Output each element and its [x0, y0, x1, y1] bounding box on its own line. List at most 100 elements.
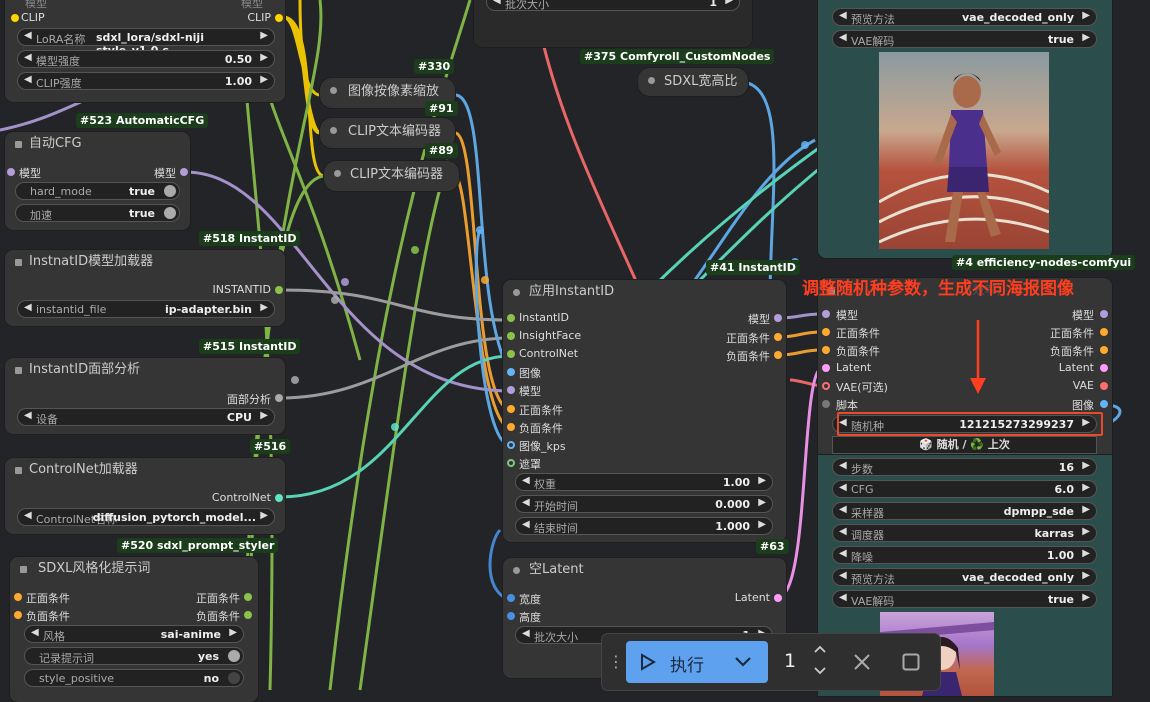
- sdxl-ratio-node[interactable]: SDXL宽高比: [638, 68, 748, 96]
- apply-neg-out-dot[interactable]: [774, 351, 782, 359]
- latent-width-in-dot[interactable]: [507, 594, 515, 602]
- instantid-out-dot[interactable]: [275, 286, 283, 294]
- arrow-right-icon[interactable]: ▶: [229, 627, 237, 638]
- styler-pos-out-dot[interactable]: [244, 593, 252, 601]
- arrow-left-icon[interactable]: ◀: [522, 628, 530, 639]
- weight-widget[interactable]: ◀ 权重 1.00 ▶: [515, 473, 773, 491]
- arrow-left-icon[interactable]: ◀: [839, 504, 847, 515]
- lora-clip-in-dot[interactable]: [11, 14, 19, 22]
- arrow-right-icon[interactable]: ▶: [1082, 548, 1090, 559]
- ks-model-out-dot[interactable]: [1100, 310, 1108, 318]
- lora-loader-node[interactable]: 模型 模型 CLIP CLIP ◀ LoRA名称 sdxl_lora/sdxl-…: [5, 0, 285, 102]
- ks-pos-out-dot[interactable]: [1100, 328, 1108, 336]
- apply-neg-in-dot[interactable]: [507, 423, 515, 431]
- apply-model-in-dot[interactable]: [507, 386, 515, 394]
- toggle-knob[interactable]: [228, 672, 240, 684]
- arrow-right-icon[interactable]: ▶: [1082, 526, 1090, 537]
- start-time-widget[interactable]: ◀ 开始时间 0.000 ▶: [515, 495, 773, 513]
- face-analysis-out-dot[interactable]: [275, 394, 283, 402]
- arrow-left-icon[interactable]: ◀: [839, 526, 847, 537]
- hard-mode-toggle[interactable]: hard_mode true: [15, 182, 180, 200]
- controlnet-out-dot[interactable]: [275, 494, 283, 502]
- arrow-right-icon[interactable]: ▶: [1082, 10, 1090, 21]
- apply-pos-out-dot[interactable]: [774, 333, 782, 341]
- apply-image-in-dot[interactable]: [507, 368, 515, 376]
- arrow-left-icon[interactable]: ◀: [839, 548, 847, 559]
- empty-latent-title[interactable]: 空Latent: [503, 558, 786, 582]
- image-upscale-title[interactable]: 图像按像素缩放: [320, 78, 455, 102]
- preview-method-widget[interactable]: ◀ 预览方法 vae_decoded_only ▶: [832, 568, 1097, 586]
- preview-method-widget-top[interactable]: ◀ 预览方法 vae_decoded_only ▶: [832, 8, 1097, 26]
- sampler-name-widget[interactable]: ◀ 采样器 dpmpp_sde ▶: [832, 502, 1097, 520]
- arrow-left-icon[interactable]: ◀: [839, 10, 847, 21]
- styler-pos-in-dot[interactable]: [14, 593, 22, 601]
- arrow-right-icon[interactable]: ▶: [260, 510, 268, 521]
- arrow-left-icon[interactable]: ◀: [24, 30, 32, 41]
- instantid-file-widget[interactable]: ◀ instantid_file ip-adapter.bin ▶: [17, 300, 275, 318]
- instantid-loader-node[interactable]: InstnatID模型加载器 INSTANTID ◀ instantid_fil…: [5, 250, 285, 326]
- apply-pos-in-dot[interactable]: [507, 405, 515, 413]
- arrow-right-icon[interactable]: ▶: [260, 302, 268, 313]
- style-widget[interactable]: ◀ 风格 sai-anime ▶: [24, 625, 244, 643]
- arrow-left-icon[interactable]: ◀: [839, 482, 847, 493]
- ks-script-in-dot[interactable]: [822, 400, 830, 408]
- face-analysis-node[interactable]: InstantID面部分析 面部分析 ◀ 设备 CPU ▶: [5, 358, 285, 434]
- arrow-right-icon[interactable]: ▶: [260, 74, 268, 85]
- arrow-right-icon[interactable]: ▶: [1082, 32, 1090, 43]
- denoise-widget[interactable]: ◀ 降噪 1.00 ▶: [832, 546, 1097, 564]
- clip-encode-node-2[interactable]: CLIP文本编码器: [324, 161, 459, 191]
- ks-pos-in-dot[interactable]: [822, 328, 830, 336]
- ks-neg-out-dot[interactable]: [1100, 346, 1108, 354]
- seed-random-button[interactable]: 🎲 随机 / ♻️ 上次: [832, 436, 1097, 454]
- face-analysis-title[interactable]: InstantID面部分析: [5, 358, 285, 382]
- ks-latent-in-dot[interactable]: [822, 364, 830, 372]
- styler-neg-out-dot[interactable]: [244, 611, 252, 619]
- arrow-right-icon[interactable]: ▶: [1082, 504, 1090, 515]
- toggle-knob[interactable]: [164, 185, 176, 197]
- close-icon[interactable]: [853, 653, 871, 671]
- auto-cfg-model-out-dot[interactable]: [180, 168, 188, 176]
- chevron-down-icon[interactable]: [734, 655, 752, 669]
- controlnet-loader-node[interactable]: ControlNet加载器 ControlNet ◀ ControlNet名称 …: [5, 458, 285, 534]
- stop-icon[interactable]: [902, 653, 920, 671]
- apply-instantid-node[interactable]: 应用InstantID InstantID InsightFace Contro…: [503, 280, 786, 542]
- styler-neg-in-dot[interactable]: [14, 611, 22, 619]
- arrow-left-icon[interactable]: ◀: [839, 32, 847, 43]
- clip-encode-title-2[interactable]: CLIP文本编码器: [324, 161, 459, 185]
- ks-latent-out-dot[interactable]: [1100, 364, 1108, 372]
- apply-mask-in-dot[interactable]: [507, 459, 515, 467]
- sdxl-styler-node[interactable]: SDXL风格化提示词 正面条件 正面条件 负面条件 负面条件 ◀ 风格 sai-…: [10, 557, 258, 702]
- arrow-right-icon[interactable]: ▶: [260, 52, 268, 63]
- stepper-down-icon[interactable]: [813, 666, 827, 676]
- arrow-right-icon[interactable]: ▶: [1082, 570, 1090, 581]
- auto-cfg-node[interactable]: 自动CFG 模型 模型 hard_mode true 加速 true: [5, 132, 190, 230]
- auto-cfg-title[interactable]: 自动CFG: [5, 132, 190, 156]
- apply-instantid-title[interactable]: 应用InstantID: [503, 280, 786, 304]
- log-prompt-toggle[interactable]: 记录提示词 yes: [24, 647, 244, 665]
- vae-decode-widget-top[interactable]: ◀ VAE解码 true ▶: [832, 30, 1097, 48]
- arrow-left-icon[interactable]: ◀: [24, 74, 32, 85]
- arrow-right-icon[interactable]: ▶: [1082, 482, 1090, 493]
- steps-widget[interactable]: ◀ 步数 16 ▶: [832, 458, 1097, 476]
- arrow-left-icon[interactable]: ◀: [522, 519, 530, 530]
- ks-vae-out-dot[interactable]: [1100, 382, 1108, 390]
- arrow-left-icon[interactable]: ◀: [522, 475, 530, 486]
- arrow-right-icon[interactable]: ▶: [260, 30, 268, 41]
- lora-clip-out-dot[interactable]: [275, 14, 283, 22]
- arrow-left-icon[interactable]: ◀: [839, 592, 847, 603]
- arrow-left-icon[interactable]: ◀: [839, 570, 847, 581]
- clip-strength-widget[interactable]: ◀ CLIP强度 1.00 ▶: [17, 72, 275, 90]
- arrow-left-icon[interactable]: ◀: [839, 460, 847, 471]
- vae-decode-widget[interactable]: ◀ VAE解码 true ▶: [832, 590, 1097, 608]
- ks-model-in-dot[interactable]: [822, 310, 830, 318]
- speed-toggle[interactable]: 加速 true: [15, 204, 180, 222]
- batch-size-node-top[interactable]: ◀ 批次大小 1 ▶: [474, 0, 752, 47]
- batch-count-value[interactable]: 1: [784, 650, 796, 672]
- auto-cfg-model-in-dot[interactable]: [7, 168, 15, 176]
- arrow-left-icon[interactable]: ◀: [24, 302, 32, 313]
- arrow-left-icon[interactable]: ◀: [31, 627, 39, 638]
- ks-neg-in-dot[interactable]: [822, 346, 830, 354]
- controlnet-loader-title[interactable]: ControlNet加载器: [5, 458, 285, 482]
- lora-name-widget[interactable]: ◀ LoRA名称 sdxl_lora/sdxl-niji style_v1.0.…: [17, 28, 275, 57]
- arrow-right-icon[interactable]: ▶: [725, 0, 733, 6]
